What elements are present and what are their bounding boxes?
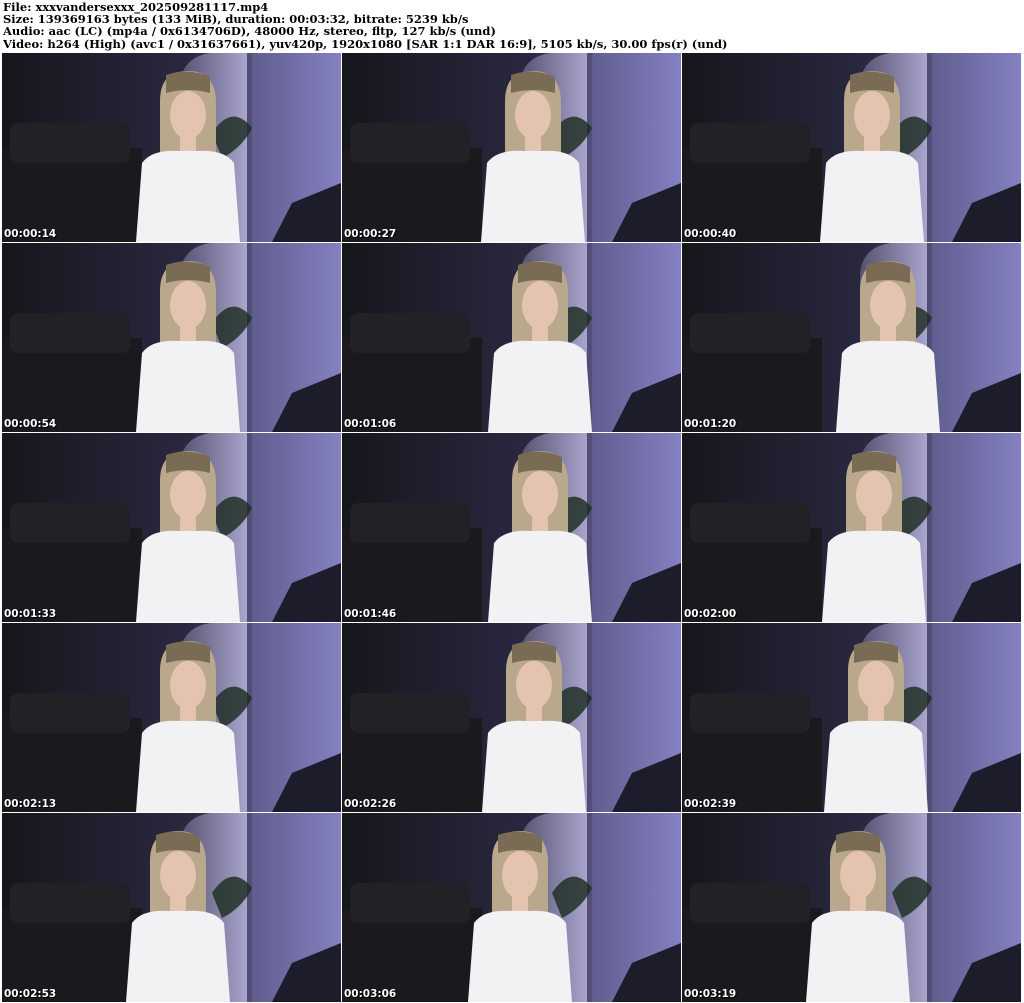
thumbnail-timestamp: 00:00:40 — [684, 228, 737, 240]
thumbnail-frame[interactable]: 00:01:46 — [342, 433, 681, 622]
video-info-line: Video: h264 (High) (avc1 / 0x31637661), … — [3, 36, 728, 51]
thumbnail-timestamp: 00:01:33 — [4, 608, 57, 620]
video-frame-image — [2, 243, 341, 432]
video-frame-image — [342, 813, 681, 1002]
thumbnail-frame[interactable]: 00:03:19 — [682, 813, 1021, 1002]
thumbnail-timestamp: 00:02:00 — [684, 608, 737, 620]
video-frame-image — [2, 813, 341, 1002]
thumbnail-timestamp: 00:01:46 — [344, 608, 397, 620]
video-frame-image — [682, 623, 1021, 812]
video-frame-image — [682, 433, 1021, 622]
thumbnail-timestamp: 00:02:26 — [344, 798, 397, 810]
video-frame-image — [682, 53, 1021, 242]
thumbnail-frame[interactable]: 00:00:27 — [342, 53, 681, 242]
video-frame-image — [342, 433, 681, 622]
thumbnail-timestamp: 00:02:53 — [4, 988, 57, 1000]
video-frame-image — [342, 243, 681, 432]
thumbnail-frame[interactable]: 00:02:53 — [2, 813, 341, 1002]
thumbnail-timestamp: 00:02:13 — [4, 798, 57, 810]
thumbnail-frame[interactable]: 00:01:20 — [682, 243, 1021, 432]
thumbnail-frame[interactable]: 00:02:00 — [682, 433, 1021, 622]
thumbnail-timestamp: 00:00:54 — [4, 418, 57, 430]
video-frame-image — [2, 433, 341, 622]
thumbnail-frame[interactable]: 00:00:54 — [2, 243, 341, 432]
thumbnail-timestamp: 00:01:20 — [684, 418, 737, 430]
thumbnail-timestamp: 00:01:06 — [344, 418, 397, 430]
thumbnail-frame[interactable]: 00:03:06 — [342, 813, 681, 1002]
audio-info-line: Audio: aac (LC) (mp4a / 0x6134706D), 480… — [3, 24, 496, 39]
thumbnail-frame[interactable]: 00:00:40 — [682, 53, 1021, 242]
video-frame-image — [682, 813, 1021, 1002]
thumbnail-timestamp: 00:00:14 — [4, 228, 57, 240]
thumbnail-frame[interactable]: 00:02:39 — [682, 623, 1021, 812]
thumbnail-frame[interactable]: 00:02:26 — [342, 623, 681, 812]
thumbnail-frame[interactable]: 00:01:33 — [2, 433, 341, 622]
thumbnail-frame[interactable]: 00:02:13 — [2, 623, 341, 812]
thumbnail-timestamp: 00:03:06 — [344, 988, 397, 1000]
video-frame-image — [2, 623, 341, 812]
video-frame-image — [342, 53, 681, 242]
thumbnail-timestamp: 00:03:19 — [684, 988, 737, 1000]
video-frame-image — [2, 53, 341, 242]
thumbnail-timestamp: 00:02:39 — [684, 798, 737, 810]
thumbnail-timestamp: 00:00:27 — [344, 228, 397, 240]
thumbnail-grid: 00:00:14 00:00:27 00:00:40 00:00:54 00:01:06… — [2, 53, 1021, 1002]
video-frame-image — [342, 623, 681, 812]
file-info-header: File: xxxvandersexxx_202509281117.mp4 Si… — [3, 1, 1021, 50]
video-frame-image — [682, 243, 1021, 432]
thumbnail-frame[interactable]: 00:00:14 — [2, 53, 341, 242]
thumbnail-frame[interactable]: 00:01:06 — [342, 243, 681, 432]
